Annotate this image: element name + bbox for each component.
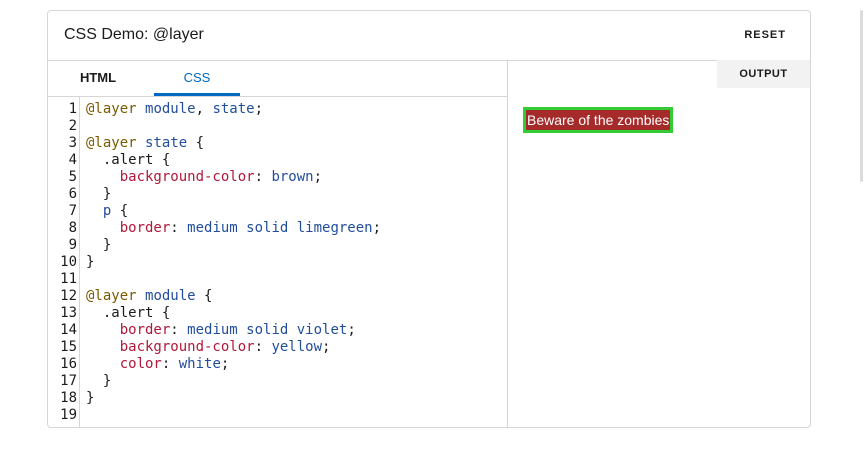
code-token: state — [145, 135, 188, 151]
code-line: } — [86, 373, 111, 390]
code-token: : — [170, 322, 188, 338]
code-token: .alert { — [86, 305, 171, 321]
code-token: medium solid violet — [187, 322, 348, 338]
code-line: .alert { — [86, 152, 170, 169]
code-line: border: medium solid limegreen; — [86, 220, 381, 237]
code-editor[interactable]: 1 @layer module, state; 2 3 @layer state {4 … — [48, 97, 507, 427]
code-line: } — [86, 390, 94, 407]
output-label: OUTPUT — [717, 60, 810, 88]
code-token: { — [187, 135, 205, 151]
code-token: ; — [322, 339, 331, 355]
code-token: } — [86, 373, 112, 389]
line-number: 12 — [60, 288, 77, 304]
output-pane: OUTPUT Beware of the zombies — [507, 60, 810, 427]
code-token: .alert { — [86, 152, 171, 168]
code-token: background-color — [119, 339, 255, 355]
code-line: @layer module, state; — [86, 101, 263, 118]
code-token: : — [254, 339, 272, 355]
code-token: } — [86, 390, 95, 406]
code-token: ; — [254, 101, 264, 117]
line-number: 6 — [68, 186, 77, 202]
code-line: p { — [86, 203, 128, 220]
tab-css[interactable]: CSS — [154, 60, 240, 96]
line-number: 8 — [68, 220, 77, 236]
code-token: : — [254, 169, 272, 185]
line-number: 18 — [60, 390, 77, 406]
line-number: 1 — [68, 101, 77, 117]
code-line: background-color: brown; — [86, 169, 322, 186]
code-line: background-color: yellow; — [86, 339, 331, 356]
code-token: yellow — [271, 339, 323, 355]
code-token: : — [161, 356, 179, 372]
line-number: 10 — [60, 254, 77, 270]
interactive-demo: CSS Demo: @layer RESET HTML CSS 1 @layer … — [47, 10, 811, 428]
code-token: background-color — [119, 169, 255, 185]
line-number: 14 — [60, 322, 77, 338]
code-token: ; — [347, 322, 356, 338]
code-token: ; — [220, 356, 230, 372]
line-number: 17 — [60, 373, 77, 389]
code-token: @layer — [86, 101, 137, 117]
line-number: 13 — [60, 305, 77, 321]
code-token: border — [119, 220, 171, 236]
line-number: 15 — [60, 339, 77, 355]
code-token: ; — [372, 220, 382, 236]
line-number: 19 — [60, 407, 77, 423]
code-token: @layer — [86, 288, 137, 304]
line-number: 9 — [68, 237, 77, 253]
code-line: @layer state { — [86, 135, 204, 152]
code-token: module — [145, 101, 196, 117]
tab-html[interactable]: HTML — [48, 60, 148, 96]
code-token: border — [119, 322, 171, 338]
output-alert-paragraph: Beware of the zombies — [523, 107, 674, 133]
line-number: 11 — [60, 271, 77, 287]
code-token: } — [86, 254, 95, 270]
line-number: 4 — [68, 152, 77, 168]
code-line: } — [86, 237, 111, 254]
line-number: 2 — [68, 118, 77, 134]
code-token: , — [195, 101, 213, 117]
code-token: { — [195, 288, 213, 304]
code-token: module — [145, 288, 196, 304]
code-token: brown — [271, 169, 314, 185]
code-line: @layer module { — [86, 288, 212, 305]
line-number: 3 — [68, 135, 77, 151]
code-token: } — [86, 186, 112, 202]
code-line: } — [86, 254, 94, 271]
code-token: state — [212, 101, 255, 117]
code-token: color — [119, 356, 162, 372]
code-token: : — [170, 220, 188, 236]
code-line: .alert { — [86, 305, 170, 322]
editor-pane: HTML CSS 1 @layer module, state; 2 3 @layer … — [48, 60, 508, 427]
code-line: border: medium solid violet; — [86, 322, 356, 339]
code-token: ; — [313, 169, 323, 185]
demo-header: CSS Demo: @layer RESET — [48, 11, 810, 61]
code-token: white — [178, 356, 221, 372]
demo-title: CSS Demo: @layer — [64, 26, 204, 43]
line-number: 5 — [68, 169, 77, 185]
reset-button[interactable]: RESET — [744, 29, 786, 41]
code-line: } — [86, 186, 111, 203]
editor-tabs: HTML CSS — [48, 60, 507, 97]
line-number: 16 — [60, 356, 77, 372]
code-token: } — [86, 237, 112, 253]
code-token: @layer — [86, 135, 137, 151]
line-number: 7 — [68, 203, 77, 219]
code-token: medium solid limegreen — [187, 220, 373, 236]
code-line: color: white; — [86, 356, 230, 373]
code-token: { — [111, 203, 129, 219]
